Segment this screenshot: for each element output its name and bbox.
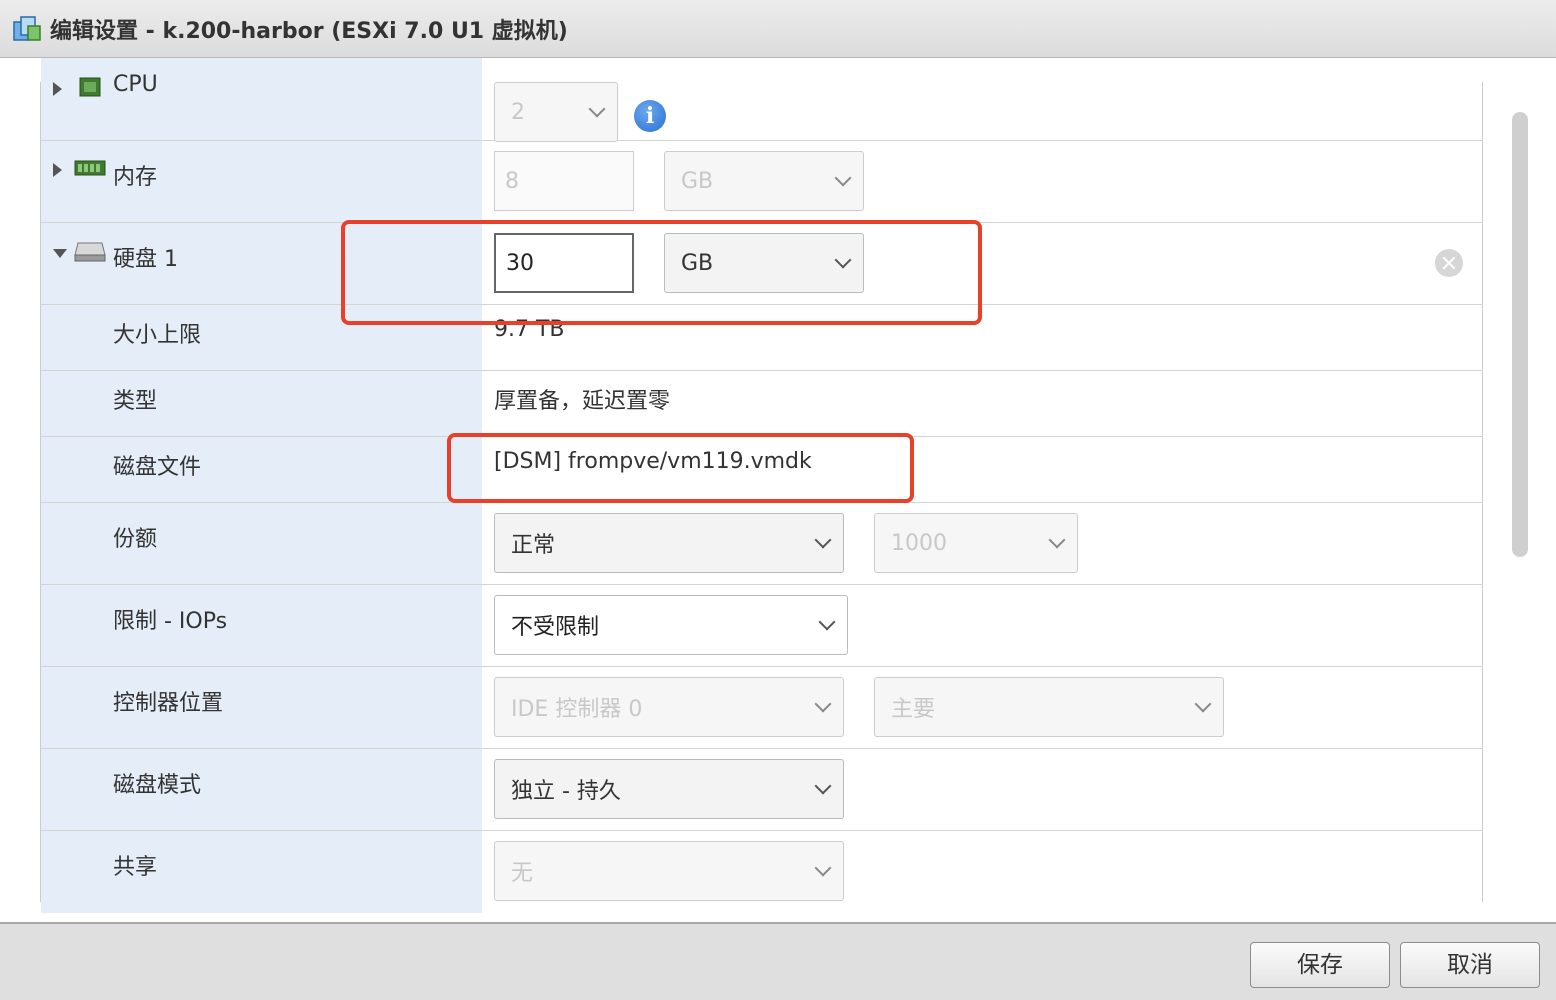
type-value: 厚置备，延迟置零 — [494, 389, 671, 414]
row-label-type: 类型 — [113, 389, 158, 414]
row-label-iops: 限制 - IOPs — [113, 609, 228, 634]
expand-icon[interactable] — [53, 163, 62, 177]
hard-disk-icon — [74, 237, 106, 263]
row-label-cpu: CPU — [113, 72, 158, 97]
scrollbar[interactable] — [1512, 112, 1528, 557]
info-icon[interactable]: i — [634, 100, 666, 132]
row-hard-disk: 硬盘 1 30 GB — [41, 223, 1483, 305]
row-sharing: 共享 无 — [41, 831, 1483, 913]
row-cpu: CPU 2 i — [41, 58, 1483, 142]
row-label-max-size: 大小上限 — [113, 323, 202, 348]
collapse-icon[interactable] — [53, 249, 67, 258]
iops-limit-select[interactable]: 不受限制 — [494, 595, 848, 655]
shares-select[interactable]: 正常 — [494, 513, 844, 573]
controller-select[interactable]: IDE 控制器 0 — [494, 677, 844, 737]
disk-file-value: [DSM] frompve/vm119.vmdk — [494, 449, 812, 474]
cancel-button[interactable]: 取消 — [1400, 942, 1540, 988]
row-label-hard-disk: 硬盘 1 — [113, 247, 178, 272]
memory-unit-select[interactable]: GB — [664, 151, 864, 211]
cpu-icon — [74, 74, 106, 100]
row-max-size: 大小上限 9.7 TB — [41, 305, 1483, 371]
disk-mode-select[interactable]: 独立 - 持久 — [494, 759, 844, 819]
row-label-sharing: 共享 — [113, 855, 158, 880]
memory-size-input[interactable]: 8 — [494, 151, 634, 211]
disk-unit-select[interactable]: GB — [664, 233, 864, 293]
row-label-shares: 份额 — [113, 527, 158, 552]
row-label-memory: 内存 — [113, 165, 158, 190]
vm-icon — [12, 14, 42, 44]
row-memory: 内存 8 GB — [41, 141, 1483, 223]
row-disk-mode: 磁盘模式 独立 - 持久 — [41, 749, 1483, 831]
dialog-footer: 保存 取消 — [0, 922, 1556, 1000]
max-size-value: 9.7 TB — [494, 317, 565, 342]
disk-size-input[interactable]: 30 — [494, 233, 634, 293]
row-label-disk-file: 磁盘文件 — [113, 455, 202, 480]
row-label-controller: 控制器位置 — [113, 691, 224, 716]
controller-position-select[interactable]: 主要 — [874, 677, 1224, 737]
row-disk-file: 磁盘文件 [DSM] frompve/vm119.vmdk — [41, 437, 1483, 503]
sharing-select[interactable]: 无 — [494, 841, 844, 901]
memory-icon — [74, 155, 106, 181]
row-controller: 控制器位置 IDE 控制器 0 主要 — [41, 667, 1483, 749]
row-iops-limit: 限制 - IOPs 不受限制 — [41, 585, 1483, 667]
window-titlebar: 编辑设置 - k.200-harbor (ESXi 7.0 U1 虚拟机) — [0, 0, 1556, 58]
row-label-disk-mode: 磁盘模式 — [113, 773, 202, 798]
row-shares: 份额 正常 1000 — [41, 503, 1483, 585]
settings-grid: CPU 2 i 内存 8 GB 硬盘 1 30 GB 大小上限 9.7 TB 类… — [40, 58, 1483, 913]
window-title: 编辑设置 - k.200-harbor (ESXi 7.0 U1 虚拟机) — [50, 18, 568, 44]
expand-icon[interactable] — [53, 82, 62, 96]
cpu-select[interactable]: 2 — [494, 82, 618, 142]
settings-panel: CPU 2 i 内存 8 GB 硬盘 1 30 GB 大小上限 9.7 TB 类… — [0, 58, 1556, 922]
shares-amount-select[interactable]: 1000 — [874, 513, 1078, 573]
remove-disk-icon[interactable] — [1435, 249, 1463, 277]
save-button[interactable]: 保存 — [1250, 942, 1390, 988]
row-type: 类型 厚置备，延迟置零 — [41, 371, 1483, 437]
